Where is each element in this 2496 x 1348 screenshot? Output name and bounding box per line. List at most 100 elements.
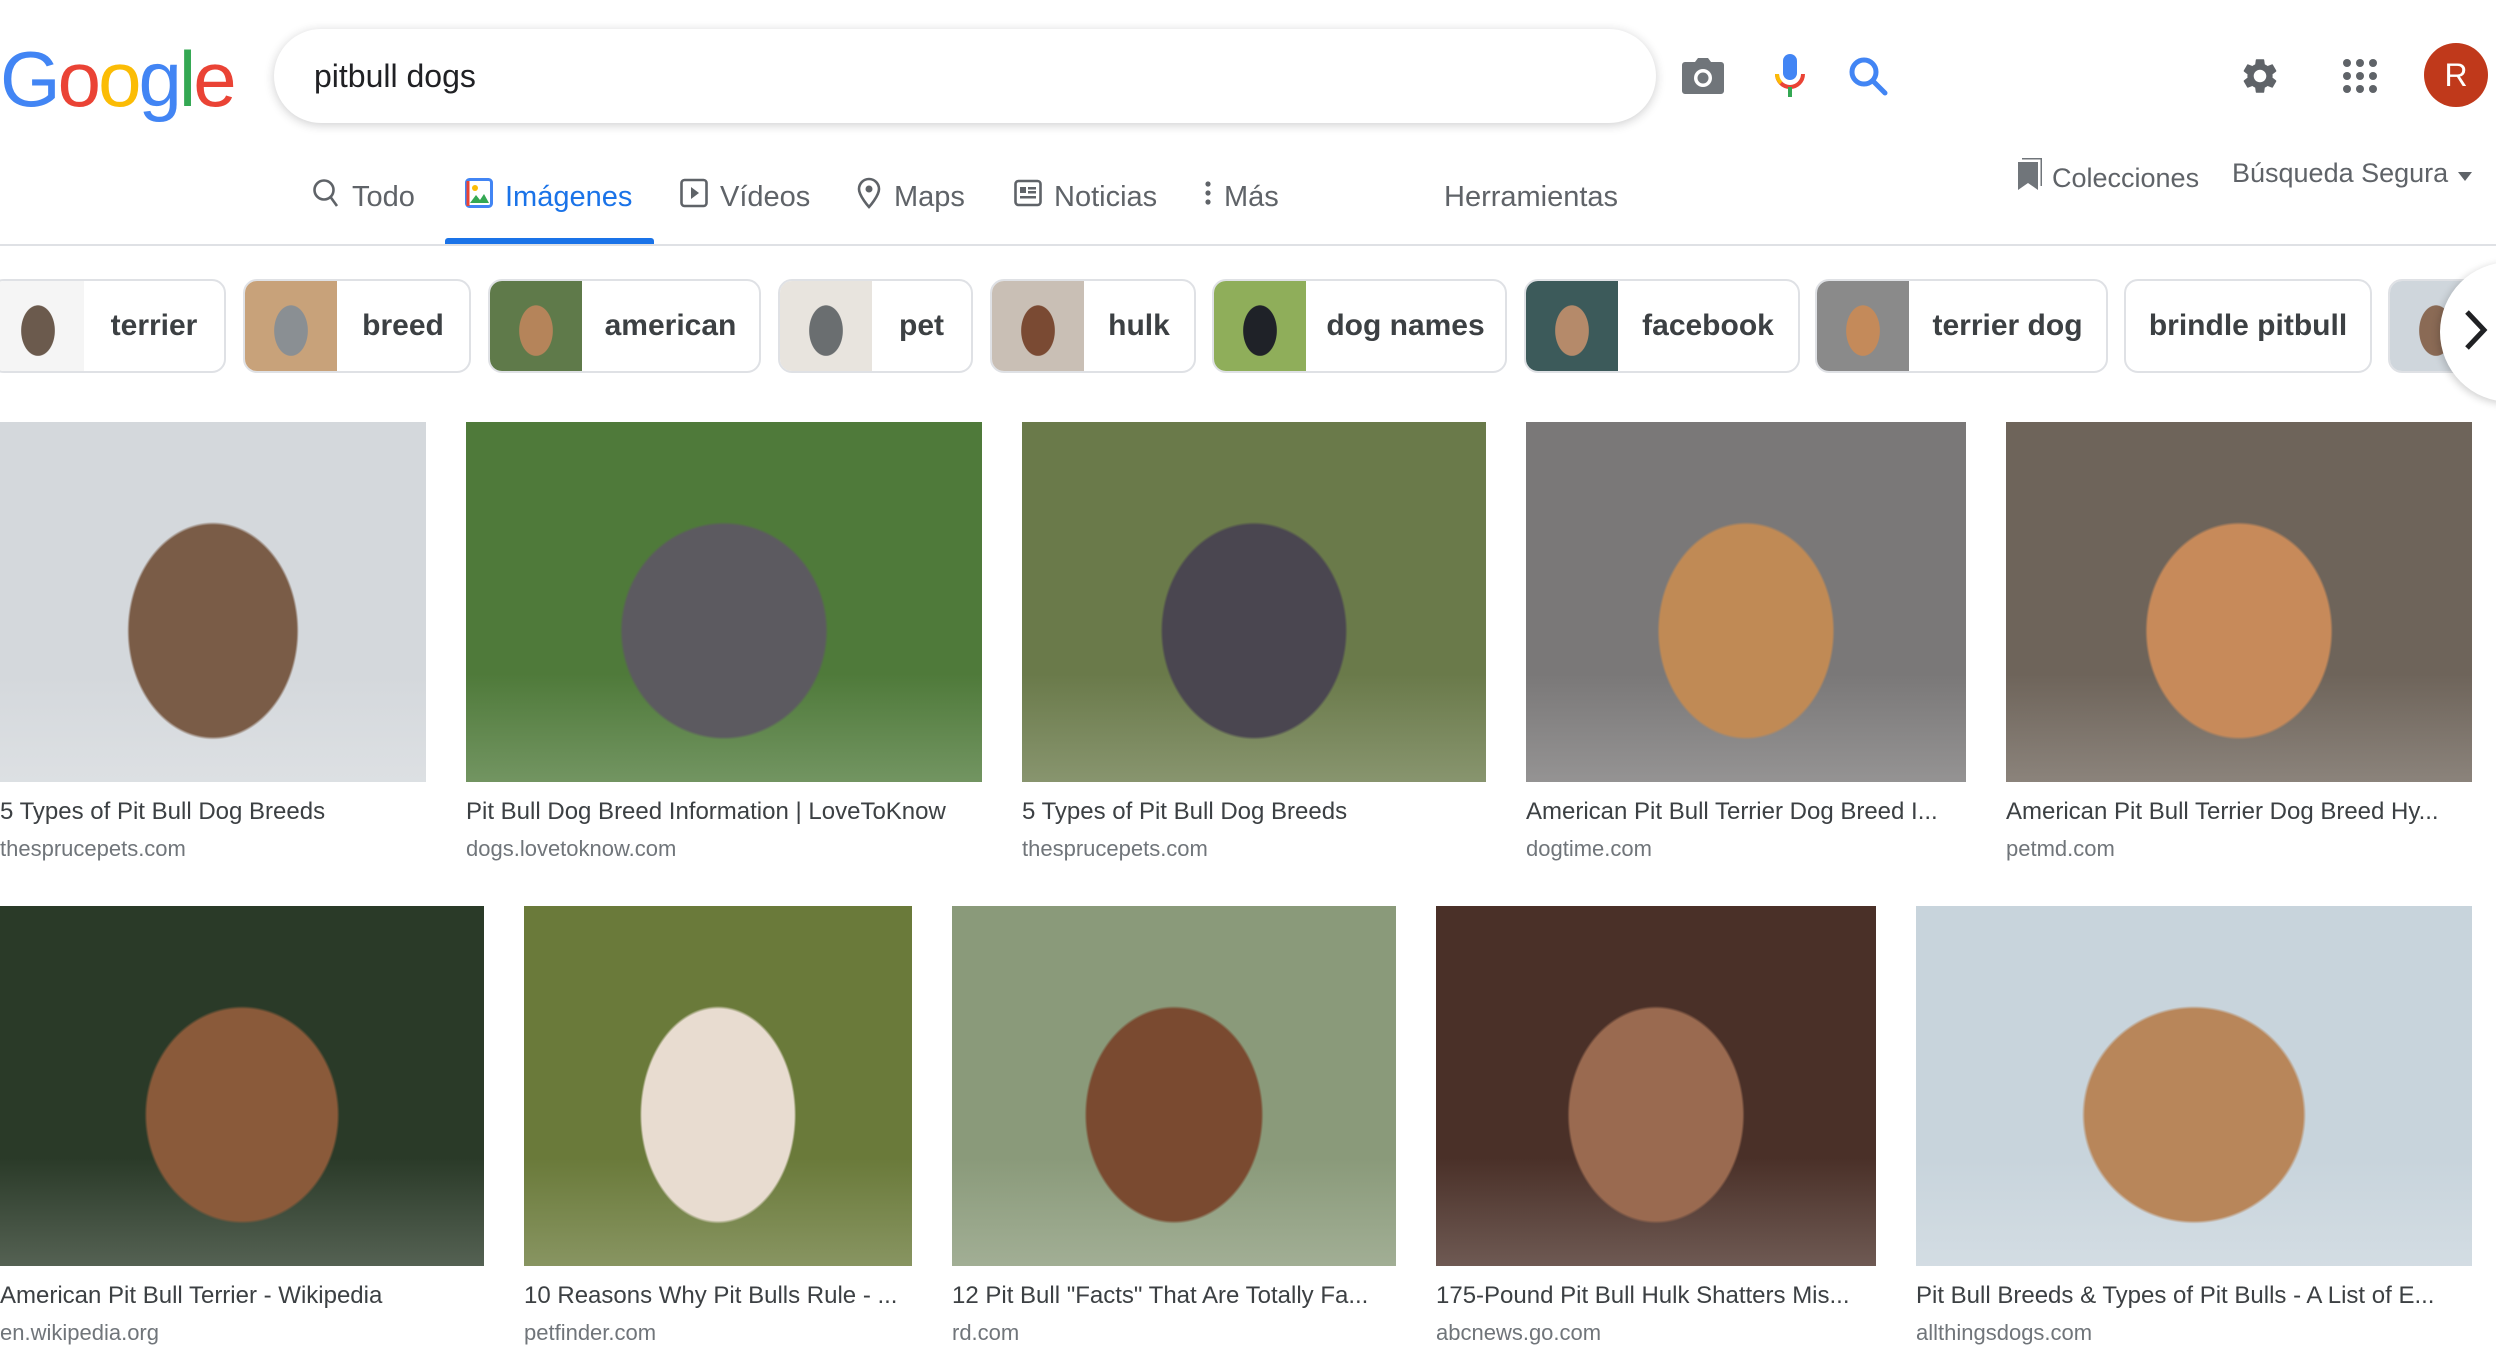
related-search-chip[interactable]: pet — [778, 279, 973, 373]
collections-link[interactable]: Colecciones — [2012, 156, 2200, 199]
result-title[interactable]: Pit Bull Breeds & Types of Pit Bulls - A… — [1916, 1282, 2492, 1310]
related-search-chip[interactable]: brindle pitbull — [2124, 279, 2372, 373]
result-title[interactable]: American Pit Bull Terrier - Wikipedia — [0, 1282, 504, 1310]
tab-mas[interactable]: Más — [1204, 172, 1279, 222]
more-vertical-icon — [1204, 179, 1212, 215]
safesearch-dropdown[interactable]: Búsqueda Segura — [2232, 158, 2473, 189]
result-title[interactable]: 5 Types of Pit Bull Dog Breeds — [1022, 798, 1506, 826]
result-title[interactable]: 175-Pound Pit Bull Hulk Shatters Mis... — [1436, 1282, 1896, 1310]
related-search-chip[interactable]: breed — [243, 279, 471, 373]
chip-label: dog names — [1326, 309, 1485, 342]
chip-label: terrier — [110, 309, 198, 342]
chip-label: american — [604, 309, 737, 342]
chip-thumbnail — [992, 281, 1084, 371]
chip-thumbnail — [1214, 281, 1306, 371]
tools-button[interactable]: Herramientas — [1444, 172, 1618, 222]
chevron-right-icon — [2464, 309, 2488, 356]
chip-label: terrier dog — [1932, 309, 2083, 342]
google-logo[interactable]: Google — [0, 35, 237, 123]
collections-label: Colecciones — [2052, 163, 2200, 193]
related-search-chip[interactable]: hulk — [990, 279, 1196, 373]
result-domain[interactable]: rd.com — [952, 1320, 1019, 1346]
result-thumbnail[interactable] — [0, 906, 484, 1266]
logo-letter: o — [57, 35, 101, 123]
chip-label: pet — [899, 309, 944, 342]
related-search-chip[interactable]: dog names — [1212, 279, 1507, 373]
tab-todo[interactable]: Todo — [312, 172, 415, 222]
tab-label: Todo — [352, 180, 415, 213]
image-result[interactable]: 5 Types of Pit Bull Dog Breeds thesprucep… — [0, 422, 426, 862]
tools-label: Herramientas — [1444, 180, 1619, 213]
safesearch-label: Búsqueda Segura — [2232, 158, 2449, 188]
tab-label: Maps — [894, 180, 965, 213]
chip-label: breed — [362, 309, 444, 342]
tab-label: Vídeos — [720, 180, 811, 213]
tab-noticias[interactable]: Noticias — [1014, 172, 1157, 222]
image-result[interactable]: 12 Pit Bull "Facts" That Are Totally Fa.… — [952, 906, 1396, 1346]
logo-letter: g — [138, 35, 181, 123]
chip-label: brindle pitbull — [2148, 309, 2348, 342]
tab-videos[interactable]: Vídeos — [680, 172, 810, 222]
apps-grid-icon[interactable] — [2336, 52, 2384, 100]
result-thumbnail[interactable] — [1022, 422, 1486, 782]
chip-label: facebook — [1642, 309, 1774, 342]
tab-imagenes[interactable]: Imágenes — [465, 172, 632, 222]
search-box[interactable]: pitbull dogs — [274, 29, 1888, 123]
header-divider — [0, 244, 2496, 246]
image-result[interactable]: 10 Reasons Why Pit Bulls Rule - ... petfi… — [524, 906, 912, 1346]
account-avatar[interactable]: R — [2424, 43, 2488, 107]
related-search-chip[interactable]: facebook — [1524, 279, 1800, 373]
result-domain[interactable]: petmd.com — [2006, 836, 2115, 862]
related-search-chip[interactable]: terrier dog — [1815, 279, 2108, 373]
result-thumbnail[interactable] — [1436, 906, 1876, 1266]
search-icon[interactable] — [1844, 52, 1892, 100]
result-title[interactable]: American Pit Bull Terrier Dog Breed Hy..… — [2006, 798, 2492, 826]
result-thumbnail[interactable] — [952, 906, 1396, 1266]
image-result[interactable]: American Pit Bull Terrier - Wikipedia en.… — [0, 906, 484, 1346]
bookmark-collections-icon — [2012, 156, 2044, 199]
result-domain[interactable]: petfinder.com — [524, 1320, 656, 1346]
result-domain[interactable]: abcnews.go.com — [1436, 1320, 1601, 1346]
result-thumbnail[interactable] — [0, 422, 426, 782]
result-domain[interactable]: thesprucepets.com — [0, 836, 186, 862]
result-thumbnail[interactable] — [524, 906, 912, 1266]
tab-maps[interactable]: Maps — [856, 172, 965, 222]
tab-label: Más — [1224, 180, 1279, 213]
chip-label: hulk — [1108, 309, 1170, 342]
image-result[interactable]: 5 Types of Pit Bull Dog Breeds thesprucep… — [1022, 422, 1486, 862]
caret-down-icon — [2458, 158, 2473, 189]
image-result[interactable]: Pit Bull Dog Breed Information | LoveToK… — [466, 422, 982, 862]
result-title[interactable]: American Pit Bull Terrier Dog Breed I... — [1526, 798, 1986, 826]
result-thumbnail[interactable] — [466, 422, 982, 782]
image-result[interactable]: American Pit Bull Terrier Dog Breed I...… — [1526, 422, 1966, 862]
logo-letter: G — [0, 35, 61, 123]
chip-thumbnail — [245, 281, 337, 371]
result-title[interactable]: 5 Types of Pit Bull Dog Breeds — [0, 798, 446, 826]
microphone-icon[interactable] — [1766, 52, 1814, 100]
map-pin-icon — [856, 177, 882, 217]
news-icon — [1014, 179, 1042, 215]
image-result[interactable]: 175-Pound Pit Bull Hulk Shatters Mis... a… — [1436, 906, 1876, 1346]
result-title[interactable]: Pit Bull Dog Breed Information | LoveToK… — [466, 798, 1002, 826]
related-search-chip[interactable]: terrier — [0, 279, 226, 373]
related-search-chip[interactable]: american — [488, 279, 761, 373]
result-title[interactable]: 10 Reasons Why Pit Bulls Rule - ... — [524, 1282, 932, 1310]
tab-label: Noticias — [1054, 180, 1158, 213]
camera-icon[interactable] — [1679, 52, 1727, 100]
result-domain[interactable]: allthingsdogs.com — [1916, 1320, 2092, 1346]
chip-thumbnail — [1526, 281, 1618, 371]
result-thumbnail[interactable] — [1526, 422, 1966, 782]
image-result[interactable]: Pit Bull Breeds & Types of Pit Bulls - A… — [1916, 906, 2472, 1346]
image-icon — [465, 178, 493, 216]
result-thumbnail[interactable] — [1916, 906, 2472, 1266]
chip-thumbnail — [490, 281, 582, 371]
result-domain[interactable]: thesprucepets.com — [1022, 836, 1208, 862]
gear-icon[interactable] — [2236, 52, 2284, 100]
result-title[interactable]: 12 Pit Bull "Facts" That Are Totally Fa.… — [952, 1282, 1416, 1310]
image-result[interactable]: American Pit Bull Terrier Dog Breed Hy..… — [2006, 422, 2472, 862]
result-thumbnail[interactable] — [2006, 422, 2472, 782]
result-domain[interactable]: dogs.lovetoknow.com — [466, 836, 676, 862]
result-domain[interactable]: dogtime.com — [1526, 836, 1652, 862]
search-input[interactable]: pitbull dogs — [314, 29, 476, 123]
result-domain[interactable]: en.wikipedia.org — [0, 1320, 159, 1346]
